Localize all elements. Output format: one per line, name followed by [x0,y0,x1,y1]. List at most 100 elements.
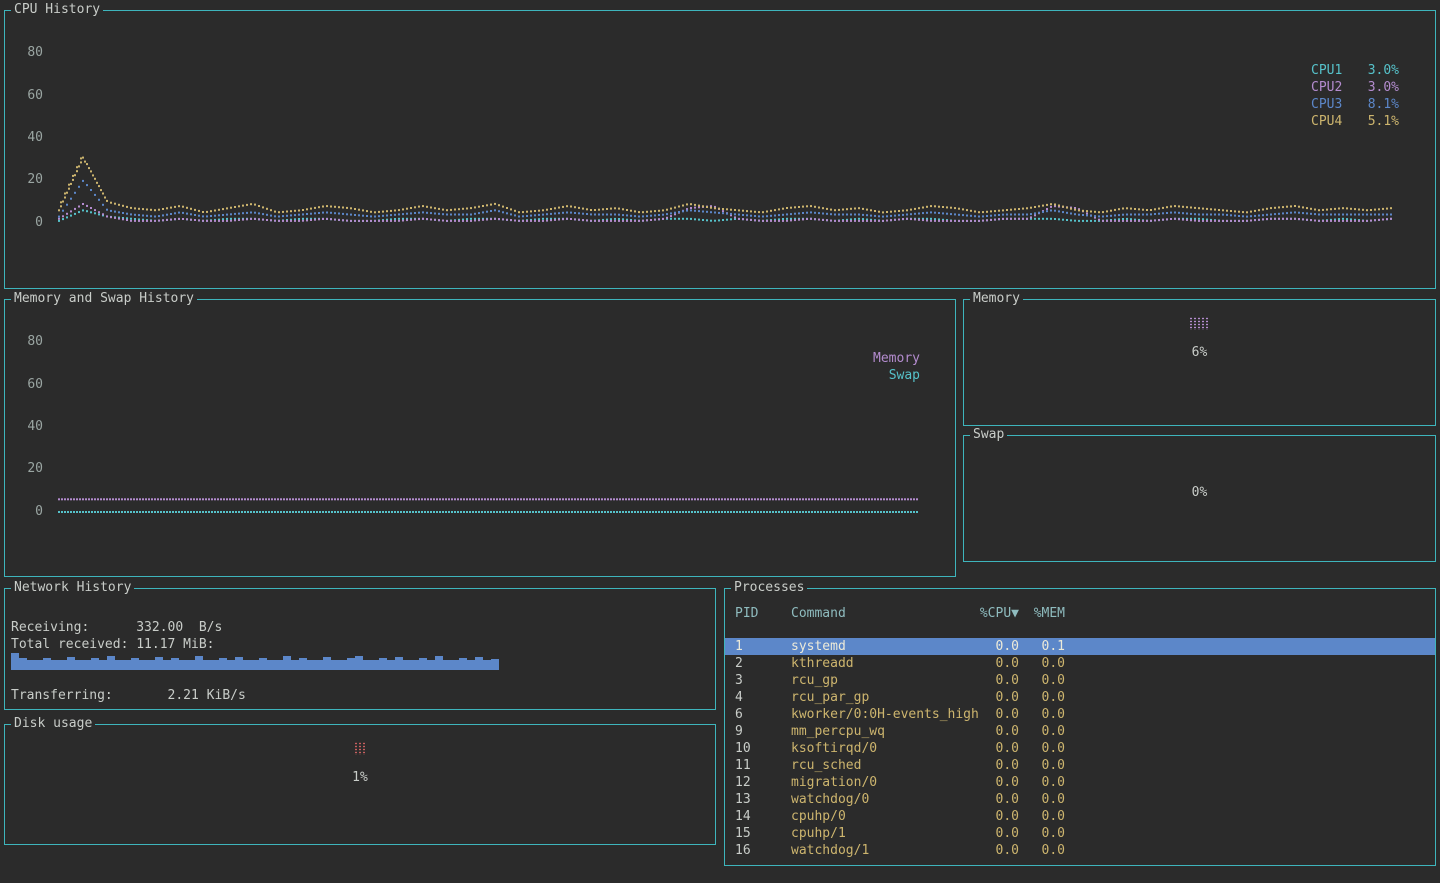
process-row[interactable]: 14cpuhp/00.00.0 [725,808,1435,825]
cpu-legend-item: CPU1 3.0% [1311,62,1399,79]
process-row[interactable]: 4rcu_par_gp0.00.0 [725,689,1435,706]
process-row[interactable]: 11rcu_sched0.00.0 [725,757,1435,774]
legend-label: CPU4 [1311,113,1342,130]
cell-cpu: 0.0 [975,638,1019,655]
cell-cpu: 0.0 [975,689,1019,706]
memory-swap-history-panel: Memory and Swap History 80 60 40 20 0 Me… [4,299,956,577]
cell-pid: 16 [735,842,751,859]
process-row[interactable]: 15cpuhp/10.00.0 [725,825,1435,842]
cell-command: watchdog/0 [791,791,869,808]
cpu-history-panel: CPU History 80 60 40 20 0 CPU13.0%CPU23.… [4,10,1436,289]
process-table-header: PID Command %CPU▼ %MEM [725,605,1435,622]
cell-cpu: 0.0 [975,842,1019,859]
cell-command: systemd [791,638,846,655]
process-row[interactable]: 9 mm_percpu_wq 0.0 0.0 [725,723,1435,740]
cell-command: cpuhp/0 [791,808,846,825]
y-tick: 80 [13,46,43,60]
y-tick: 60 [13,378,43,392]
y-tick: 0 [13,216,43,230]
cell-cpu: 0.0 [975,672,1019,689]
cell-cpu: 0.0 [975,825,1019,842]
cell-mem: 0.0 [1029,672,1065,689]
legend-label: Swap [873,367,920,384]
column-command[interactable]: Command [791,605,846,622]
process-row[interactable]: 12 migration/0 0.0 0.0 [725,774,1435,791]
disk-usage-value: 1% [5,770,715,785]
legend-value: 5.1% [1368,113,1399,130]
cell-command: ksoftirqd/0 [791,740,877,757]
memory-gauge: 6% [964,300,1435,425]
y-tick: 80 [13,335,43,349]
legend-label: CPU2 [1311,79,1342,96]
memory-swap-legend: MemorySwap [873,350,920,384]
cell-command: kthreadd [791,655,854,672]
cell-cpu: 0.0 [975,740,1019,757]
cell-mem: 0.0 [1029,842,1065,859]
legend-label: CPU1 [1311,62,1342,79]
cpu-legend-item: CPU3 8.1% [1311,96,1399,113]
legend-label: CPU3 [1311,96,1342,113]
memory-usage-dots-icon [1189,317,1210,330]
cell-mem: 0.1 [1029,638,1065,655]
cell-mem: 0.0 [1029,808,1065,825]
cell-command: migration/0 [791,774,877,791]
column-pid[interactable]: PID [735,605,758,622]
cell-mem: 0.0 [1029,774,1065,791]
cell-pid: 4 [735,689,743,706]
processes-panel: Processes PID Command %CPU▼ %MEM 1system… [724,588,1436,866]
process-rows: 1systemd0.00.12kthreadd0.00.03rcu_gp0.00… [725,638,1435,859]
legend-label: Memory [873,350,920,367]
process-row[interactable]: 13 watchdog/0 0.0 0.0 [725,791,1435,808]
cpu-legend-item: CPU23.0% [1311,79,1399,96]
cell-cpu: 0.0 [975,655,1019,672]
legend-value: 8.1% [1368,96,1399,113]
cell-cpu: 0.0 [975,791,1019,808]
cell-command: rcu_gp [791,672,838,689]
cell-pid: 9 [735,723,743,740]
cell-command: watchdog/1 [791,842,869,859]
cell-mem: 0.0 [1029,825,1065,842]
process-row[interactable]: 10 ksoftirqd/0 0.0 0.0 [725,740,1435,757]
network-total-received-text: Total received: 11.17 MiB: [11,638,215,652]
cell-mem: 0.0 [1029,740,1065,757]
cell-pid: 6 [735,706,743,723]
process-row[interactable]: 1systemd0.00.1 [725,638,1435,655]
disk-gauge: 1% [5,725,715,844]
cell-cpu: 0.0 [975,723,1019,740]
disk-usage-panel: Disk usage 1% [4,724,716,845]
cell-pid: 11 [735,757,751,774]
column-cpu-sort[interactable]: %CPU▼ [975,605,1019,622]
y-tick: 20 [13,462,43,476]
cell-pid: 13 [735,791,751,808]
process-row[interactable]: 16 watchdog/1 0.0 0.0 [725,842,1435,859]
cell-pid: 12 [735,774,751,791]
y-tick: 40 [13,131,43,145]
column-mem[interactable]: %MEM [1029,605,1065,622]
memory-usage-value: 6% [964,345,1435,360]
y-tick: 40 [13,420,43,434]
swap-usage-value: 0% [964,485,1435,500]
cell-command: rcu_sched [791,757,861,774]
process-row[interactable]: 2kthreadd0.00.0 [725,655,1435,672]
cpu-legend: CPU1 3.0%CPU23.0%CPU3 8.1% CPU4 5.1% [1311,62,1399,130]
memory-swap-chart [5,300,955,576]
process-row[interactable]: 3 rcu_gp 0.0 0.0 [725,672,1435,689]
cell-cpu: 0.0 [975,774,1019,791]
cell-command: kworker/0:0H-events_high [791,706,979,723]
cell-pid: 10 [735,740,751,757]
y-tick: 20 [13,173,43,187]
cell-pid: 3 [735,672,743,689]
y-tick: 60 [13,89,43,103]
cpu-legend-item: CPU4 5.1% [1311,113,1399,130]
memory-gauge-panel: Memory 6% [963,299,1436,426]
cell-command: mm_percpu_wq [791,723,885,740]
process-row[interactable]: 6kworker/0:0H-events_high0.00.0 [725,706,1435,723]
cell-pid: 15 [735,825,751,842]
cell-mem: 0.0 [1029,791,1065,808]
network-transferring-text: Transferring: 2.21 KiB/s [11,689,246,703]
cell-cpu: 0.0 [975,757,1019,774]
cell-pid: 14 [735,808,751,825]
network-history-panel: Network History Receiving: 332.00 B/s To… [4,588,716,710]
legend-value: 3.0% [1368,62,1399,79]
cell-mem: 0.0 [1029,723,1065,740]
